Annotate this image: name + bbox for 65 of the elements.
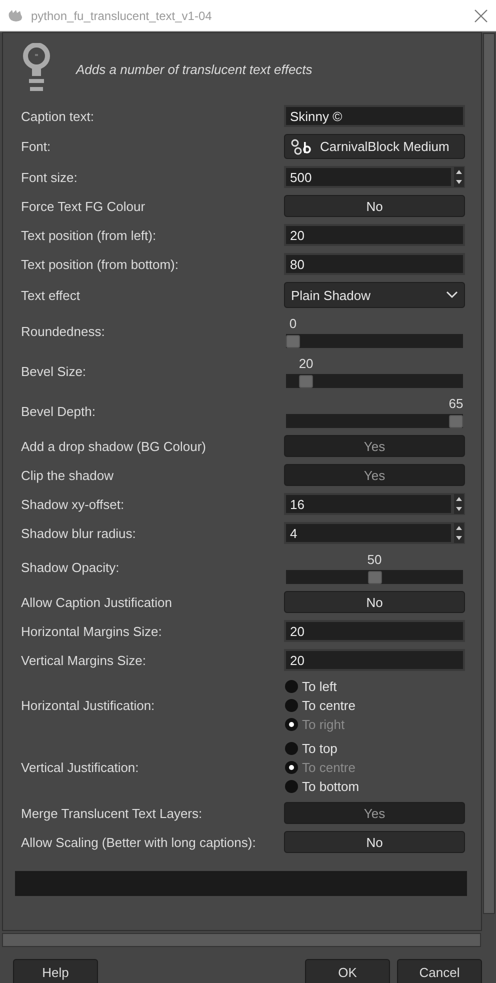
number-field[interactable]: 4	[284, 522, 453, 544]
field-label: Font:	[21, 139, 51, 154]
chevron-icon	[446, 291, 458, 299]
field-label: Vertical Margins Size:	[21, 652, 146, 668]
radio-option[interactable]: To bottom	[284, 778, 465, 795]
radio-option[interactable]: To centre	[284, 697, 465, 714]
text-field[interactable]: 80	[284, 253, 465, 275]
description-text: Adds a number of translucent text effects	[76, 62, 312, 76]
slider-track[interactable]	[286, 414, 463, 428]
field-label: Shadow blur radius:	[21, 526, 136, 540]
slider-track[interactable]	[286, 334, 463, 348]
toggle-button[interactable]: No	[284, 831, 465, 853]
text-field[interactable]: 20	[284, 224, 465, 246]
slider-value: 20	[298, 356, 314, 370]
dialog-button[interactable]: OK	[305, 959, 390, 983]
slider-value: 0	[289, 316, 297, 330]
slider-handle[interactable]	[286, 334, 300, 348]
dialog-button[interactable]: Cancel	[397, 959, 482, 983]
text-field[interactable]: 20	[284, 649, 465, 671]
field-label: Roundedness:	[21, 324, 105, 339]
field-label: Text position (from bottom):	[21, 256, 178, 272]
field-label: Caption text:	[21, 108, 94, 124]
radio-option[interactable]: To top	[284, 740, 465, 757]
dialog-button[interactable]: Help	[13, 959, 98, 983]
field-label: Bevel Size:	[21, 364, 86, 379]
field-label: Merge Translucent Text Layers:	[21, 806, 202, 820]
slider-track[interactable]	[286, 374, 463, 388]
field-label: Font size:	[21, 170, 78, 184]
app-icon	[8, 8, 24, 22]
slider-handle[interactable]	[299, 374, 314, 388]
text-field[interactable]: 20	[284, 620, 465, 642]
number-field[interactable]: 16	[284, 493, 453, 515]
field-label: Horizontal Margins Size:	[21, 624, 162, 638]
field-label: Text position (from left):	[21, 228, 156, 242]
slider-track[interactable]	[286, 570, 463, 584]
radio-option[interactable]: To left	[284, 678, 465, 695]
slider-value: 65	[448, 396, 464, 410]
slider-handle[interactable]	[368, 570, 382, 584]
field-label: Text effect	[21, 288, 80, 302]
field-label: Allow Caption Justification	[21, 594, 172, 610]
toggle-button[interactable]: Yes	[284, 464, 465, 486]
toggle-button[interactable]: Yes	[284, 435, 465, 457]
scrollbar[interactable]	[2, 933, 481, 947]
field-label: Add a drop shadow (BG Colour)	[21, 438, 206, 454]
toggle-button[interactable]: No	[284, 195, 465, 217]
field-label: Force Text FG Colour	[21, 198, 146, 214]
text-field[interactable]: Skinny ©	[284, 105, 465, 127]
toggle-button[interactable]: Yes	[284, 802, 465, 824]
field-label: Vertical Justification:	[21, 760, 139, 775]
scrollbar[interactable]	[483, 33, 495, 914]
field-label: Horizontal Justification:	[21, 698, 155, 713]
toggle-button[interactable]: No	[284, 591, 465, 613]
slider-value: 50	[367, 552, 382, 566]
slider-handle[interactable]	[449, 414, 463, 428]
field-label: Allow Scaling (Better with long captions):	[21, 834, 256, 850]
dropdown[interactable]: Plain Shadow	[284, 282, 465, 308]
field-label: Shadow Opacity:	[21, 560, 120, 575]
field-label: Shadow xy-offset:	[21, 496, 124, 512]
font-button[interactable]: CarnivalBlock Medium	[284, 134, 465, 159]
window-title: python_fu_translucent_text_v1-04	[31, 8, 213, 22]
font-icon	[290, 138, 312, 156]
number-field[interactable]: 500	[284, 166, 453, 188]
close-icon[interactable]	[474, 8, 488, 22]
field-label: Bevel Depth:	[21, 404, 96, 419]
field-label: Clip the shadow	[21, 468, 114, 482]
